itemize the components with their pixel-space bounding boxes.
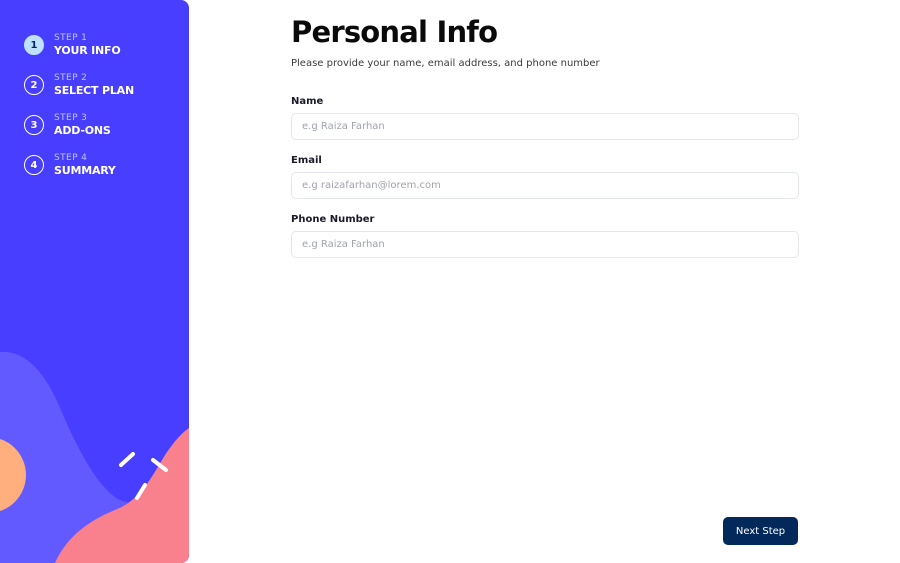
step-add-ons[interactable]: 3 STEP 3 ADD-ONS (24, 105, 134, 145)
sidebar: 1 STEP 1 YOUR INFO 2 STEP 2 SELECT PLAN … (0, 0, 189, 563)
sidebar-dash-1 (119, 452, 135, 467)
step-number: 1 (24, 35, 44, 55)
phone-input[interactable] (291, 231, 799, 258)
step-title: YOUR INFO (54, 43, 121, 57)
name-label: Name (291, 96, 324, 107)
page-title: Personal Info (291, 15, 498, 49)
step-summary[interactable]: 4 STEP 4 SUMMARY (24, 145, 134, 185)
step-label: STEP 2 (54, 72, 88, 83)
name-input[interactable] (291, 113, 799, 140)
step-label: STEP 4 (54, 152, 88, 163)
step-title: SELECT PLAN (54, 83, 134, 97)
step-number: 4 (24, 155, 44, 175)
name-field-group: Name (291, 96, 799, 140)
form-panel: Personal Info Please provide your name, … (291, 0, 799, 563)
phone-label: Phone Number (291, 214, 375, 225)
step-label: STEP 1 (54, 32, 88, 43)
phone-field-group: Phone Number (291, 214, 799, 258)
step-label: STEP 3 (54, 112, 88, 123)
step-title: ADD-ONS (54, 123, 111, 137)
multi-step-form: 1 STEP 1 YOUR INFO 2 STEP 2 SELECT PLAN … (0, 0, 900, 563)
page-subtitle: Please provide your name, email address,… (291, 58, 600, 69)
next-step-button[interactable]: Next Step (723, 517, 798, 545)
step-list: 1 STEP 1 YOUR INFO 2 STEP 2 SELECT PLAN … (24, 25, 134, 185)
step-number: 3 (24, 115, 44, 135)
step-title: SUMMARY (54, 163, 116, 177)
email-label: Email (291, 155, 322, 166)
step-number: 2 (24, 75, 44, 95)
email-field-group: Email (291, 155, 799, 199)
step-select-plan[interactable]: 2 STEP 2 SELECT PLAN (24, 65, 134, 105)
email-input[interactable] (291, 172, 799, 199)
step-your-info[interactable]: 1 STEP 1 YOUR INFO (24, 25, 134, 65)
